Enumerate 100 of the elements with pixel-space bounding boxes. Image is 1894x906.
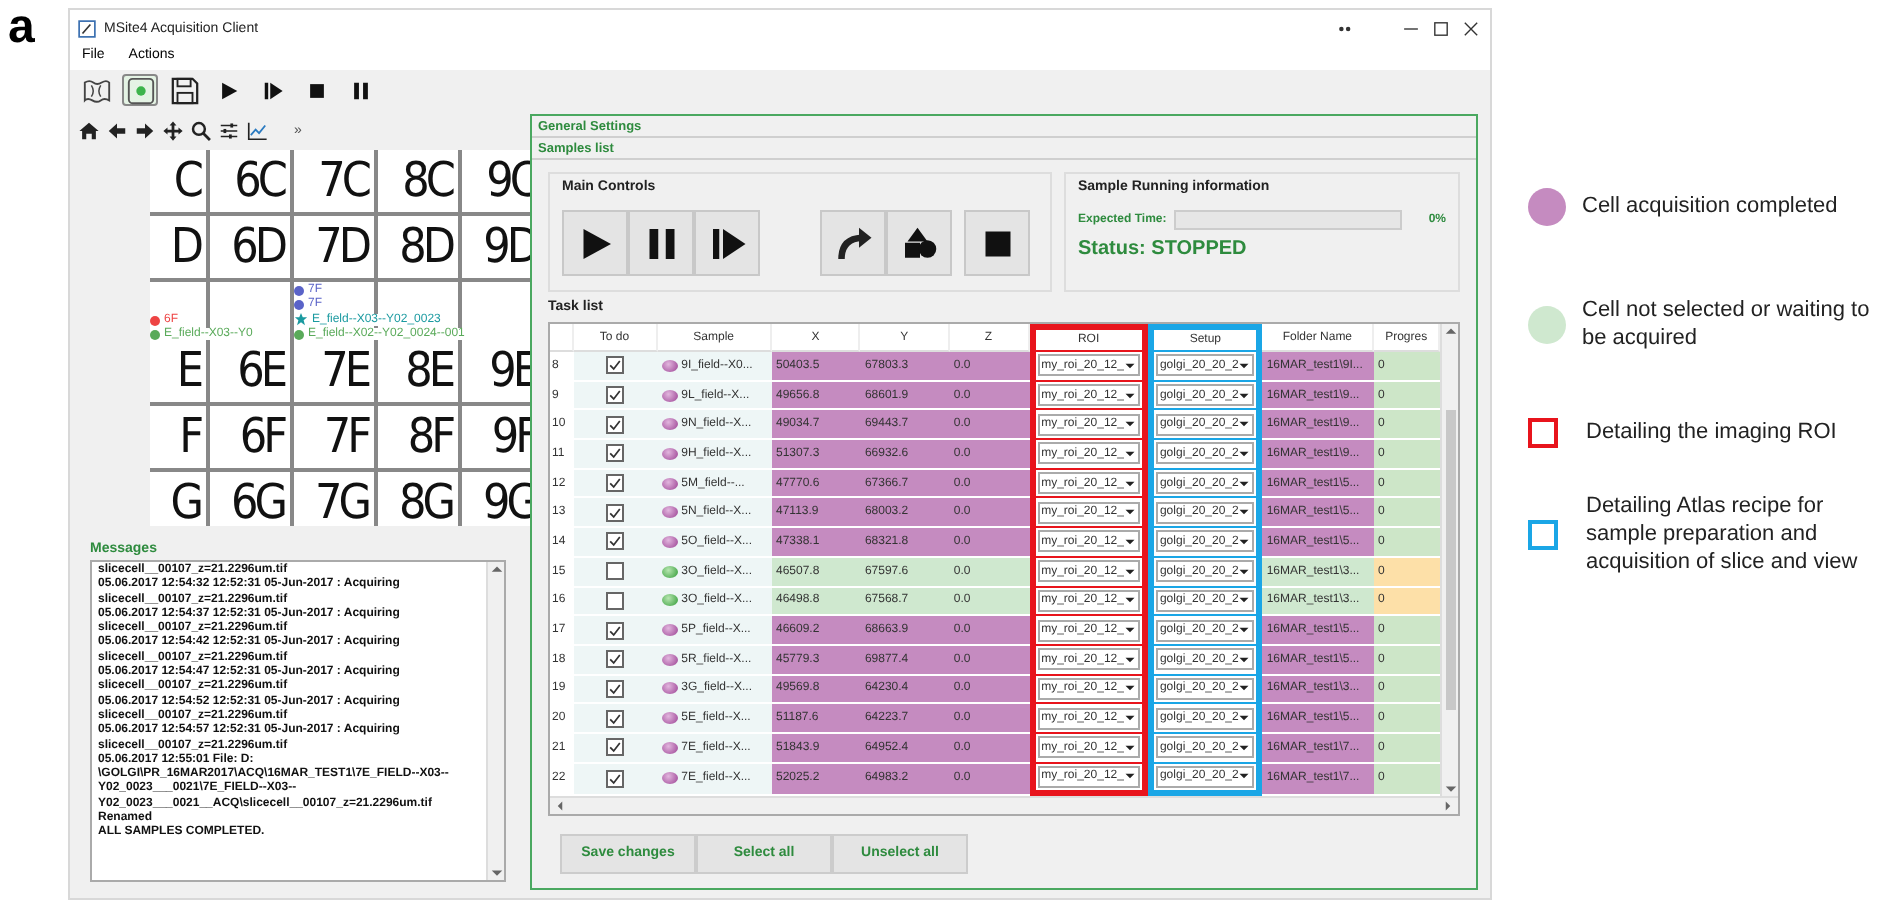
figure-panel-label: a — [6, 0, 37, 58]
caret-icon — [1238, 506, 1251, 519]
grid-cell-label: 8C — [402, 150, 452, 212]
grid-cell-label: 8E — [405, 340, 452, 402]
caret-icon — [1238, 594, 1251, 607]
checkbox[interactable] — [606, 709, 625, 728]
sliders-icon[interactable] — [218, 119, 240, 141]
move-icon[interactable] — [162, 119, 184, 141]
caret-icon — [1238, 770, 1251, 783]
play-icon — [217, 79, 239, 101]
checkbox[interactable] — [606, 532, 625, 551]
checkbox[interactable] — [606, 444, 625, 463]
grid-cell-label: 6D — [231, 216, 284, 278]
sphere-icon — [661, 772, 678, 785]
home-icon[interactable] — [78, 119, 100, 141]
caret-icon — [1123, 741, 1136, 754]
checkbox[interactable] — [606, 503, 625, 522]
caret-icon — [1238, 418, 1251, 431]
caret-icon — [1123, 506, 1136, 519]
grid-cell-label: 8D — [399, 216, 452, 278]
curved-arrow-icon — [833, 223, 873, 263]
caret-icon — [1238, 535, 1251, 548]
caret-icon — [1238, 624, 1251, 637]
pause-icon — [349, 79, 371, 101]
arrow-right-icon[interactable] — [134, 119, 156, 141]
grid-cell-label: 7C — [318, 150, 368, 212]
checkbox[interactable] — [606, 738, 625, 757]
scroll-right-icon[interactable] — [1442, 799, 1454, 812]
step-forward-button[interactable] — [694, 210, 760, 276]
zoom-icon[interactable] — [190, 119, 212, 141]
maximize-icon[interactable] — [1430, 17, 1452, 39]
grid-cell-label: 7D — [315, 216, 368, 278]
stop-button[interactable] — [964, 210, 1030, 276]
close-icon[interactable] — [1460, 17, 1482, 39]
app-icon — [78, 19, 96, 37]
caret-icon — [1123, 389, 1136, 402]
checkbox[interactable] — [606, 650, 625, 669]
legend-text: Detailing Atlas recipe for sample preparation and acquisition of slice and view — [1586, 492, 1860, 576]
caret-icon — [1123, 418, 1136, 431]
stop-icon — [305, 79, 327, 101]
dot-button[interactable] — [122, 74, 158, 106]
checkbox[interactable] — [606, 591, 625, 610]
checkbox[interactable] — [606, 621, 625, 640]
legend-text: Detailing the imaging ROI — [1586, 418, 1837, 446]
caret-icon — [1238, 741, 1251, 754]
map-button[interactable] — [78, 74, 114, 106]
grid-cell-label: G — [170, 472, 200, 526]
caret-icon — [1238, 565, 1251, 578]
curved-arrow-button[interactable] — [820, 210, 886, 276]
floppy-disk-button[interactable] — [166, 74, 202, 106]
caret-icon — [1238, 359, 1251, 372]
grid-cell-label: 6G — [231, 472, 284, 526]
grid-cell-label: 7G — [315, 472, 368, 526]
checkbox[interactable] — [606, 562, 625, 581]
caret-icon — [1123, 477, 1136, 490]
checkbox[interactable] — [606, 679, 625, 698]
grid-cell-label: 6E — [237, 340, 284, 402]
status-text: Status: STOPPED — [1078, 238, 1249, 260]
grid-cell-label: F — [179, 406, 200, 468]
grid-cell-label: D — [170, 216, 200, 278]
shapes-icon — [899, 223, 939, 263]
caret-icon — [1238, 712, 1251, 725]
caret-icon — [1123, 594, 1136, 607]
checkbox[interactable] — [606, 386, 625, 405]
shapes-button[interactable] — [886, 210, 952, 276]
caret-icon — [1238, 477, 1251, 490]
arrow-left-icon[interactable] — [106, 119, 128, 141]
caret-icon — [1123, 447, 1136, 460]
caret-icon — [1123, 535, 1136, 548]
checkbox[interactable] — [606, 769, 625, 788]
grid-cell-label: E — [176, 340, 200, 402]
grid-cell-label: 7E — [321, 340, 368, 402]
map-icon — [81, 75, 111, 105]
grid-cell-label: 6C — [234, 150, 284, 212]
scroll-up-icon[interactable] — [1443, 324, 1458, 338]
caret-icon — [1123, 359, 1136, 372]
caret-icon — [1238, 653, 1251, 666]
scroll-left-icon[interactable] — [554, 799, 566, 812]
scroll-up-icon[interactable] — [489, 562, 503, 576]
line-chart-icon[interactable] — [246, 119, 268, 141]
vertical-scrollbar[interactable] — [486, 562, 504, 880]
caret-icon — [1238, 389, 1251, 402]
pause-button[interactable] — [628, 210, 694, 276]
vertical-scrollbar[interactable] — [1440, 324, 1458, 796]
caret-icon — [1123, 712, 1136, 725]
legend-text: Cell not selected or waiting to be acquired — [1582, 296, 1872, 352]
checkbox[interactable] — [606, 474, 625, 493]
caret-icon — [1238, 682, 1251, 695]
caret-icon — [1123, 565, 1136, 578]
legend-text: Cell acquisition completed — [1582, 192, 1838, 220]
checkbox[interactable] — [606, 356, 625, 375]
caret-icon — [1123, 682, 1136, 695]
grid-cell-label: 7F — [323, 406, 368, 468]
caret-icon — [1123, 624, 1136, 637]
caret-icon — [1238, 447, 1251, 460]
grid-cell-label: 8G — [399, 472, 452, 526]
caret-icon — [1123, 770, 1136, 783]
scroll-down-icon[interactable] — [489, 866, 503, 880]
play-button[interactable] — [562, 210, 628, 276]
checkbox[interactable] — [606, 415, 625, 434]
